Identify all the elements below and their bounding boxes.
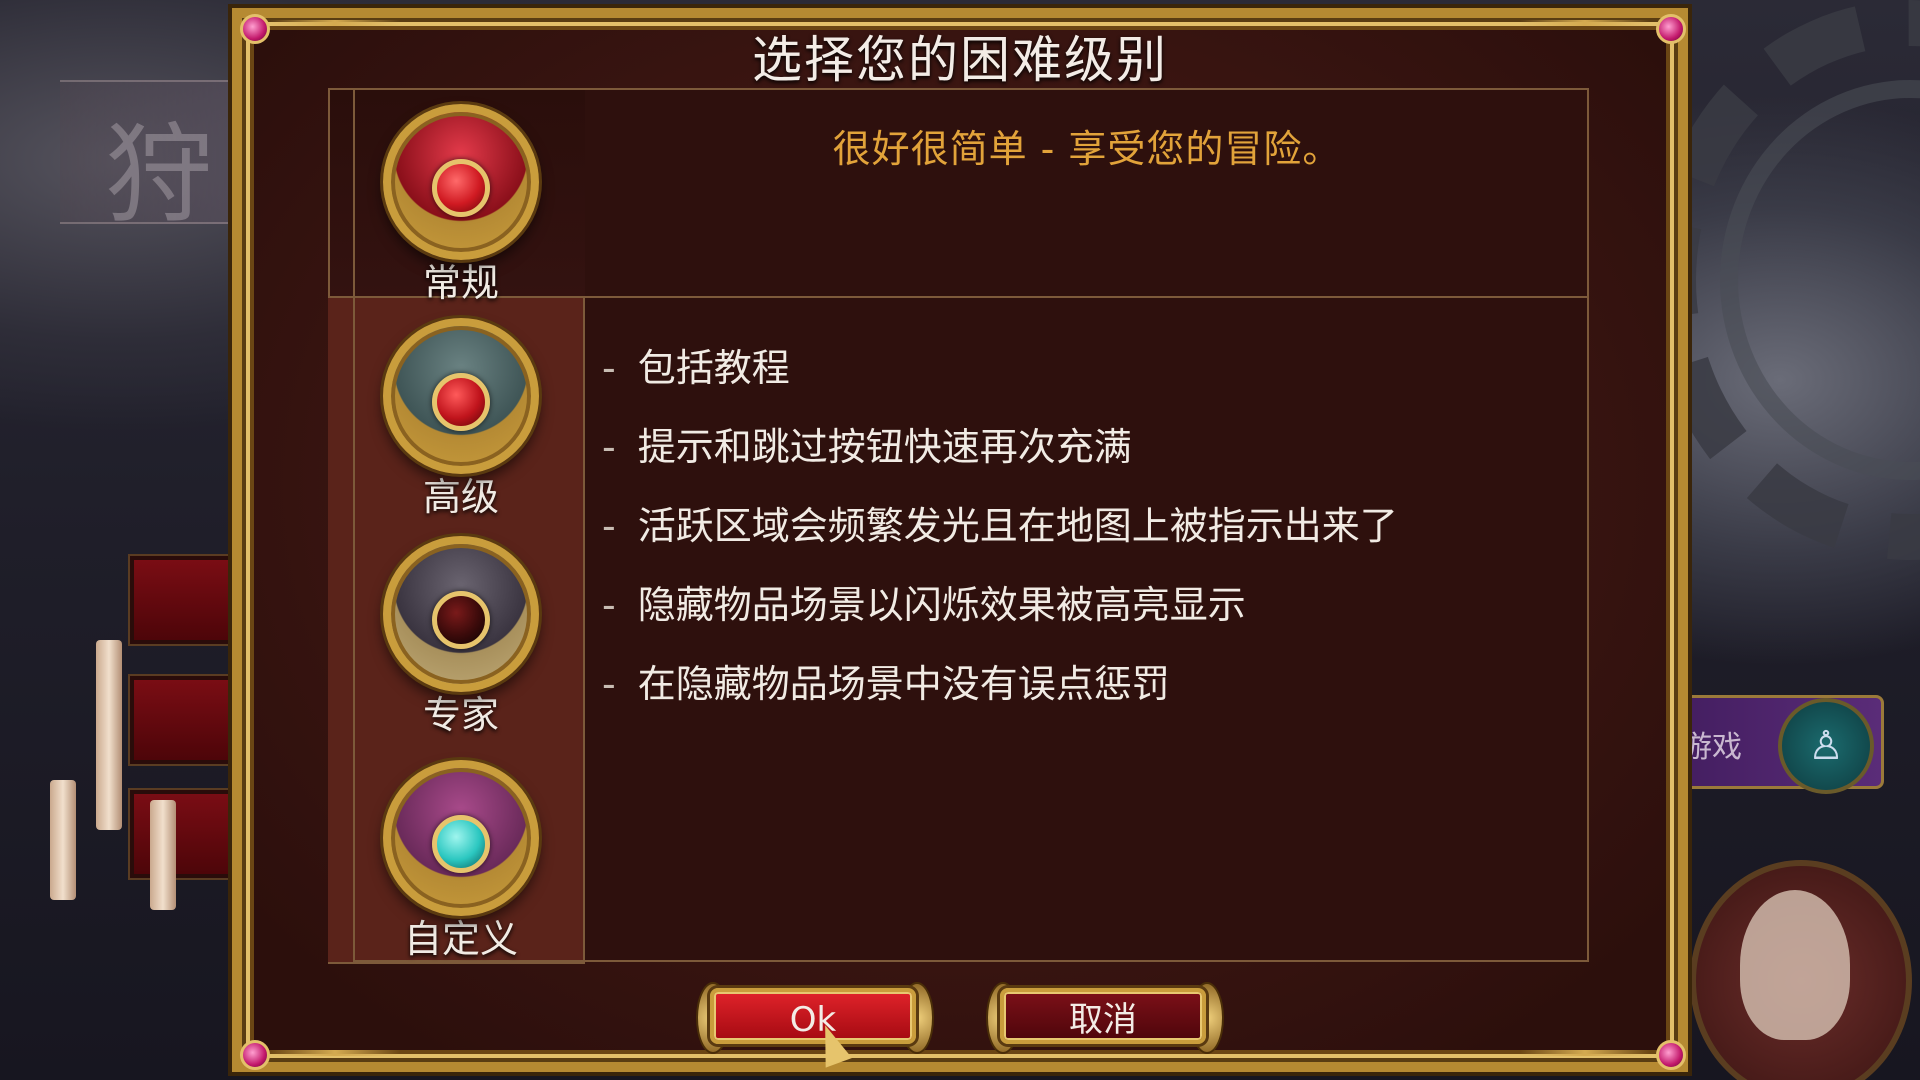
figure-icon: ♙	[1778, 698, 1874, 794]
feature-item: - 包括教程	[602, 342, 1398, 421]
difficulty-label: 专家	[422, 693, 499, 737]
feature-text: 隐藏物品场景以闪烁效果被高亮显示	[637, 583, 1246, 627]
medallion-icon	[383, 104, 539, 260]
turquoise-gem-icon	[432, 814, 490, 873]
difficulty-option-expert[interactable]: 专家	[366, 536, 556, 739]
difficulty-label: 自定义	[403, 917, 518, 961]
candle	[96, 640, 122, 830]
candle	[50, 780, 76, 900]
medallion-icon	[383, 760, 539, 916]
cameo-face	[1740, 890, 1850, 1040]
feature-item: - 在隐藏物品场景中没有误点惩罚	[602, 658, 1398, 737]
feature-text: 提示和跳过按钮快速再次充满	[637, 425, 1132, 469]
game-title-text: 狩	[105, 113, 214, 238]
candle	[150, 800, 176, 910]
frame-corner-gem	[240, 1040, 270, 1070]
feature-text: 在隐藏物品场景中没有误点惩罚	[637, 662, 1170, 706]
medallion-icon	[383, 318, 539, 474]
difficulty-option-normal[interactable]: 常规	[366, 104, 556, 307]
background-menu-button-1	[130, 556, 248, 644]
red-gem-icon	[432, 158, 490, 217]
background-menu-button-2	[130, 676, 248, 764]
frame-ornament	[270, 1050, 400, 1056]
feature-item: - 提示和跳过按钮快速再次充满	[602, 421, 1398, 500]
medallion-icon	[383, 536, 539, 692]
background-play-label: 游戏	[1682, 730, 1742, 765]
feature-dash: -	[602, 583, 616, 627]
cancel-button[interactable]: 取消	[1000, 988, 1206, 1044]
feature-dash: -	[602, 425, 616, 469]
frame-ornament	[1520, 1050, 1650, 1056]
feature-item: - 隐藏物品场景以闪烁效果被高亮显示	[602, 579, 1398, 658]
difficulty-option-advanced[interactable]: 高级	[366, 318, 556, 521]
feature-dash: -	[602, 504, 616, 548]
difficulty-option-custom[interactable]: 自定义	[366, 760, 556, 963]
ok-button[interactable]: Ok	[710, 988, 916, 1044]
background-menu-button-3	[130, 790, 248, 878]
difficulty-label: 常规	[422, 261, 499, 305]
feature-dash: -	[602, 662, 616, 706]
feature-dash: -	[602, 346, 616, 390]
frame-corner-gem	[1656, 1040, 1686, 1070]
feature-list: - 包括教程 - 提示和跳过按钮快速再次充满 - 活跃区域会频繁发光且在地图上被指示出…	[602, 342, 1398, 737]
feature-item: - 活跃区域会频繁发光且在地图上被指示出来了	[602, 500, 1398, 579]
cracked-red-gem-icon	[432, 372, 490, 431]
feature-text: 活跃区域会频繁发光且在地图上被指示出来了	[637, 504, 1398, 548]
difficulty-label: 高级	[422, 475, 499, 519]
dialog-title: 选择您的困难级别	[752, 31, 1168, 89]
feature-text: 包括教程	[637, 346, 790, 390]
difficulty-description: 很好很简单 - 享受您的冒险。	[832, 127, 1342, 171]
broken-gem-icon	[432, 590, 490, 649]
